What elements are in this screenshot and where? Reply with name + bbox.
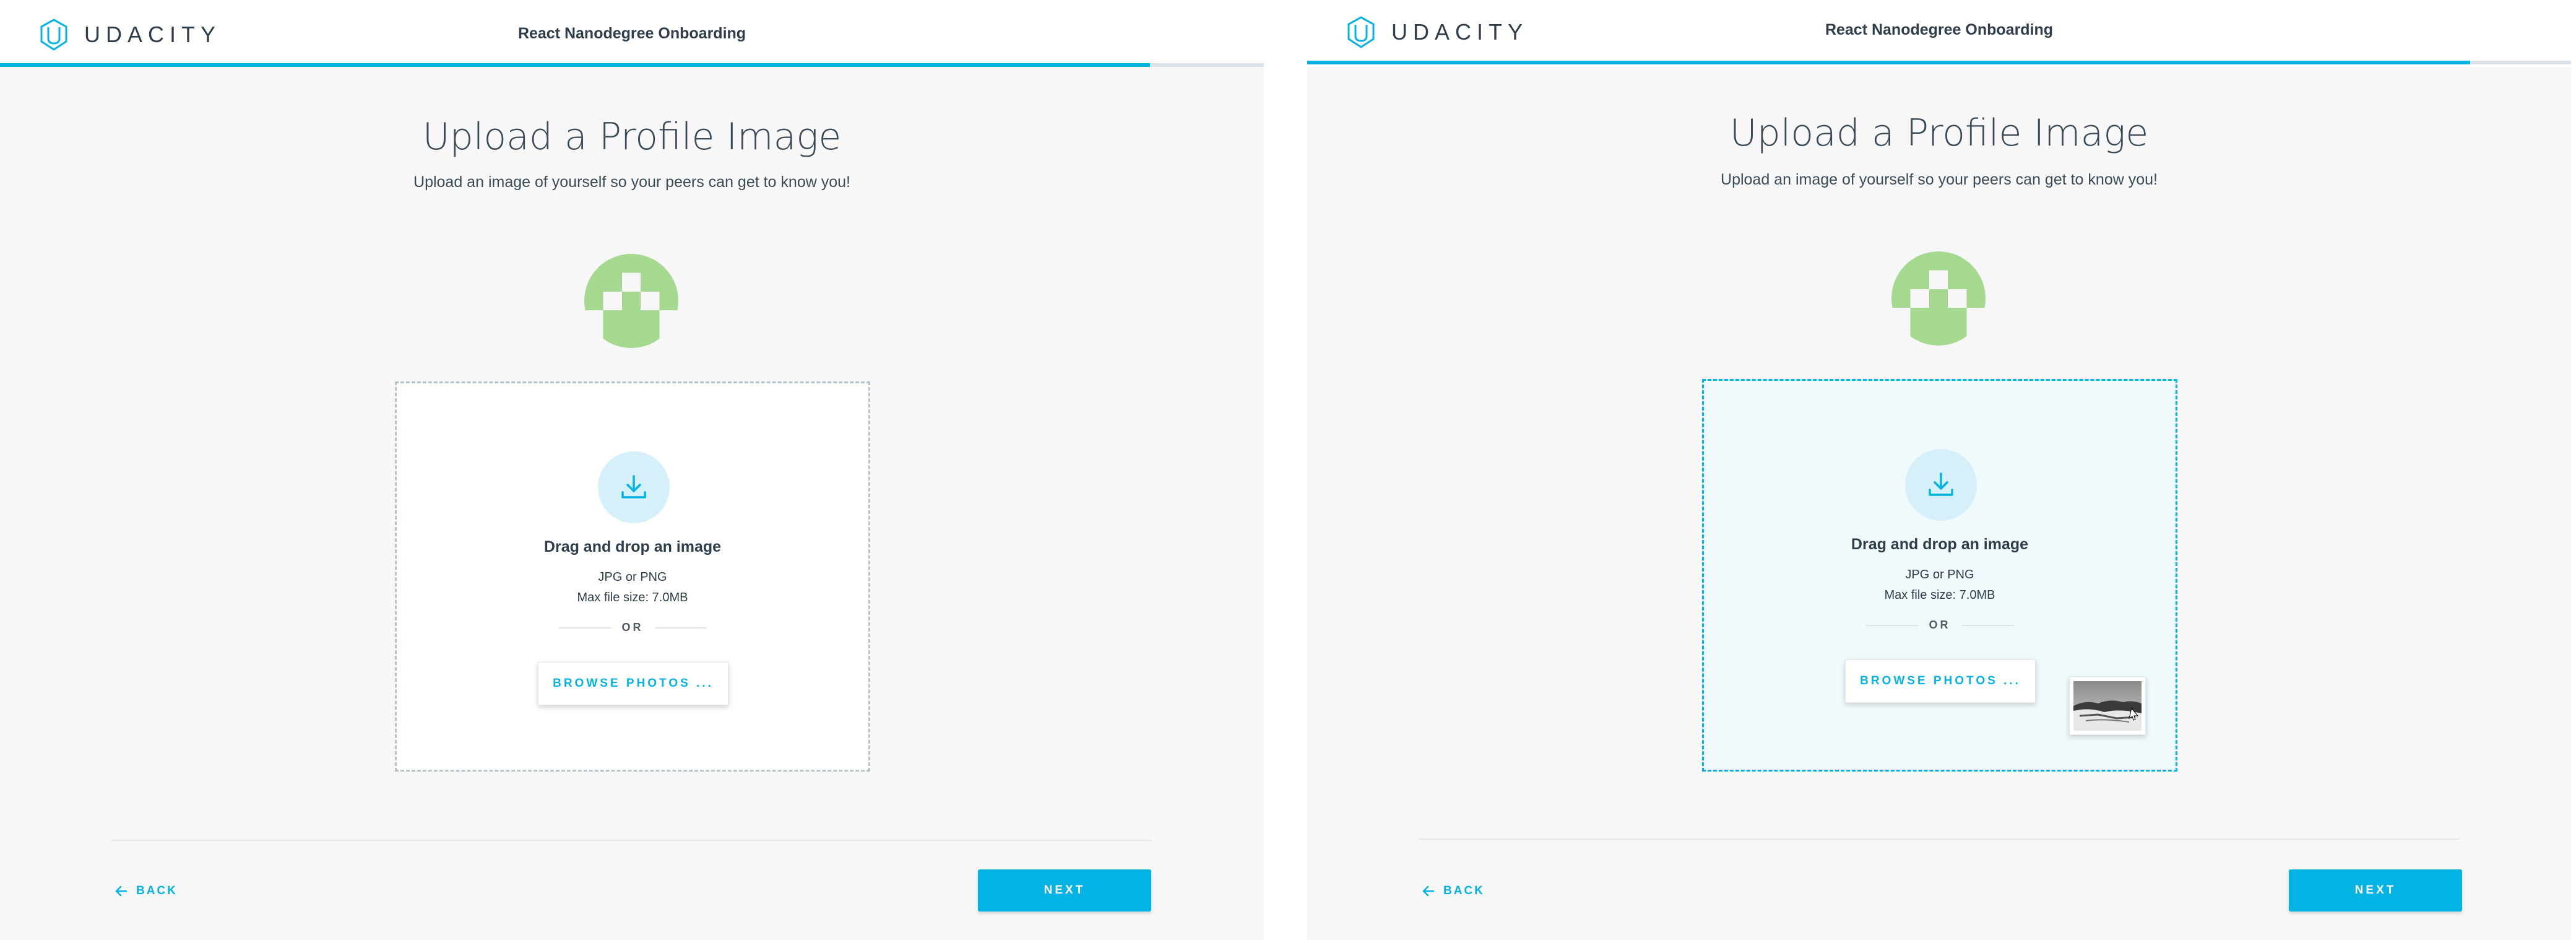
- or-label: OR: [1929, 619, 1951, 631]
- top-header: UDACITY React Nanodegree Onboarding: [1307, 0, 2571, 67]
- footer-divider: [1419, 838, 2460, 840]
- footer-divider: [111, 840, 1152, 841]
- separator-line: [654, 627, 707, 629]
- download-icon: [621, 475, 646, 498]
- page-title: Upload a Profile Image: [1729, 111, 2149, 155]
- back-label: BACK: [1443, 884, 1485, 897]
- download-icon-circle: [598, 451, 670, 523]
- progress-bar: [0, 63, 1151, 67]
- or-separator: OR: [1704, 619, 2176, 632]
- dropzone-title: Drag and drop an image: [543, 538, 722, 555]
- image-dropzone[interactable]: Drag and drop an image JPG or PNG Max fi…: [1702, 379, 2177, 772]
- identicon-avatar: [584, 254, 678, 348]
- back-button[interactable]: BACK: [114, 879, 178, 903]
- separator-line: [1865, 624, 1918, 626]
- dropzone-max-size: Max file size: 7.0MB: [1884, 588, 1995, 602]
- or-label: OR: [621, 621, 644, 633]
- profile-avatar: [1891, 251, 1986, 346]
- dragged-image-thumbnail[interactable]: [2069, 677, 2146, 735]
- dropzone-max-size: Max file size: 7.0MB: [577, 591, 688, 604]
- dragged-photo-image: [2073, 681, 2142, 731]
- dropzone-formats: JPG or PNG: [1905, 568, 1974, 581]
- page-subtitle: Upload an image of yourself so your peer…: [413, 173, 850, 191]
- profile-avatar: [584, 254, 678, 348]
- browse-photos-button[interactable]: BROWSE PHOTOS ...: [1845, 659, 2036, 703]
- identicon-avatar: [1891, 251, 1986, 346]
- back-button[interactable]: BACK: [1421, 879, 1485, 903]
- onboarding-screen-dragging: UDACITY React Nanodegree Onboarding Uplo…: [1307, 0, 2571, 940]
- browse-photos-button[interactable]: BROWSE PHOTOS ...: [538, 662, 728, 705]
- separator-line: [558, 627, 611, 629]
- page-subtitle: Upload an image of yourself so your peer…: [1721, 171, 2158, 188]
- next-button[interactable]: NEXT: [978, 869, 1151, 912]
- next-button[interactable]: NEXT: [2289, 869, 2462, 912]
- arrow-left-icon: [1422, 886, 1435, 897]
- or-separator: OR: [397, 621, 868, 634]
- progress-bar: [1307, 61, 2470, 64]
- header-title: React Nanodegree Onboarding: [1825, 21, 2054, 38]
- top-header: UDACITY React Nanodegree Onboarding: [0, 0, 1264, 67]
- separator-line: [1961, 624, 2014, 626]
- download-icon: [1929, 472, 1953, 496]
- download-icon-circle: [1905, 449, 1977, 521]
- arrow-left-icon: [115, 886, 128, 897]
- dropzone-formats: JPG or PNG: [598, 570, 667, 584]
- page-title: Upload a Profile Image: [422, 115, 842, 159]
- header-title: React Nanodegree Onboarding: [517, 25, 746, 42]
- onboarding-screen-idle: UDACITY React Nanodegree Onboarding Uplo…: [0, 0, 1264, 940]
- dropzone-title: Drag and drop an image: [1851, 536, 2029, 553]
- image-dropzone[interactable]: Drag and drop an image JPG or PNG Max fi…: [395, 381, 870, 772]
- back-label: BACK: [136, 884, 178, 897]
